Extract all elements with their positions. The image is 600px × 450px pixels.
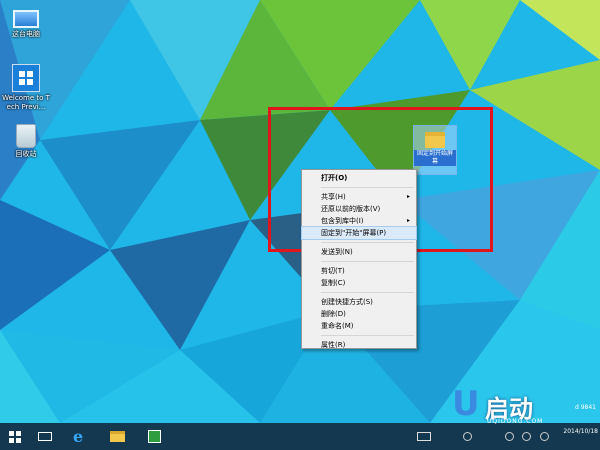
action-center-icon[interactable]: [505, 432, 514, 441]
watermark-logo-mark: U: [452, 384, 480, 424]
menu-item-delete[interactable]: 删除(D): [302, 308, 416, 320]
menu-item-label: 共享(H): [321, 193, 346, 201]
menu-item-send-to[interactable]: 发送到(N): [302, 246, 416, 258]
taskbar-file-explorer[interactable]: [106, 426, 128, 447]
store-icon: [148, 430, 161, 443]
language-icon[interactable]: [540, 432, 549, 441]
file-explorer-icon: [110, 431, 125, 442]
menu-item-share[interactable]: 共享(H) ▸: [302, 191, 416, 203]
windows-logo-icon: [12, 64, 40, 92]
menu-item-cut[interactable]: 剪切(T): [302, 265, 416, 277]
menu-item-label: 包含到库中(I): [321, 217, 364, 225]
menu-item-label: 删除(D): [321, 310, 346, 318]
taskbar-internet-explorer[interactable]: e: [69, 426, 91, 447]
task-view-button[interactable]: [34, 426, 56, 447]
windows-start-icon: [9, 431, 21, 443]
computer-icon: [13, 10, 39, 28]
submenu-arrow-icon: ▸: [406, 217, 410, 224]
task-view-icon: [38, 432, 52, 441]
desktop-icon-label: 这台电脑: [12, 30, 40, 38]
volume-icon[interactable]: [522, 432, 531, 441]
menu-item-pin-to-start[interactable]: 固定到"开始"屏幕(P): [301, 226, 417, 240]
taskbar-store[interactable]: [143, 426, 165, 447]
menu-item-label: 打开(O): [321, 174, 348, 182]
menu-separator: [321, 187, 414, 188]
menu-item-label: 还原以前的版本(V): [321, 205, 381, 213]
context-menu: 打开(O) 共享(H) ▸ 还原以前的版本(V) 包含到库中(I) ▸ 固定到"开始…: [301, 169, 417, 349]
watermark-logo: U 启动 d 9841 UQIDONG.COM: [452, 387, 598, 433]
menu-item-properties[interactable]: 属性(R): [302, 339, 416, 351]
internet-explorer-icon: e: [73, 427, 84, 446]
menu-item-label: 重命名(M): [321, 322, 354, 330]
menu-item-label: 属性(R): [321, 341, 346, 349]
menu-item-label: 固定到"开始"屏幕(P): [321, 229, 387, 237]
menu-separator: [321, 261, 414, 262]
menu-item-include-in-library[interactable]: 包含到库中(I) ▸: [302, 215, 416, 227]
menu-item-create-shortcut[interactable]: 创建快捷方式(S): [302, 296, 416, 308]
menu-item-rename[interactable]: 重命名(M): [302, 320, 416, 332]
network-icon[interactable]: [463, 432, 472, 441]
menu-item-open[interactable]: 打开(O): [302, 172, 416, 184]
menu-separator: [321, 242, 414, 243]
menu-item-label: 创建快捷方式(S): [321, 298, 373, 306]
menu-item-label: 剪切(T): [321, 267, 345, 275]
desktop-icon-welcome[interactable]: Welcome to Tech Previ...: [1, 64, 51, 112]
desktop-icon-recycle-bin[interactable]: 回收站: [1, 124, 51, 159]
menu-item-label: 复制(C): [321, 279, 346, 287]
watermark-url: UQIDONG.COM: [487, 418, 544, 425]
menu-separator: [321, 292, 414, 293]
desktop-icon-this-pc[interactable]: 这台电脑: [1, 6, 51, 39]
start-button[interactable]: [4, 426, 26, 447]
desktop-icon-label: Welcome to Tech Previ...: [2, 94, 50, 111]
recycle-bin-icon: [16, 124, 36, 148]
menu-item-copy[interactable]: 复制(C): [302, 277, 416, 289]
keyboard-icon[interactable]: [417, 432, 431, 441]
watermark-build-text: d 9841: [575, 404, 596, 411]
desktop-icon-label: 回收站: [15, 150, 37, 158]
menu-separator: [321, 335, 414, 336]
menu-item-label: 发送到(N): [321, 248, 353, 256]
menu-item-restore-versions[interactable]: 还原以前的版本(V): [302, 203, 416, 215]
submenu-arrow-icon: ▸: [406, 193, 410, 200]
